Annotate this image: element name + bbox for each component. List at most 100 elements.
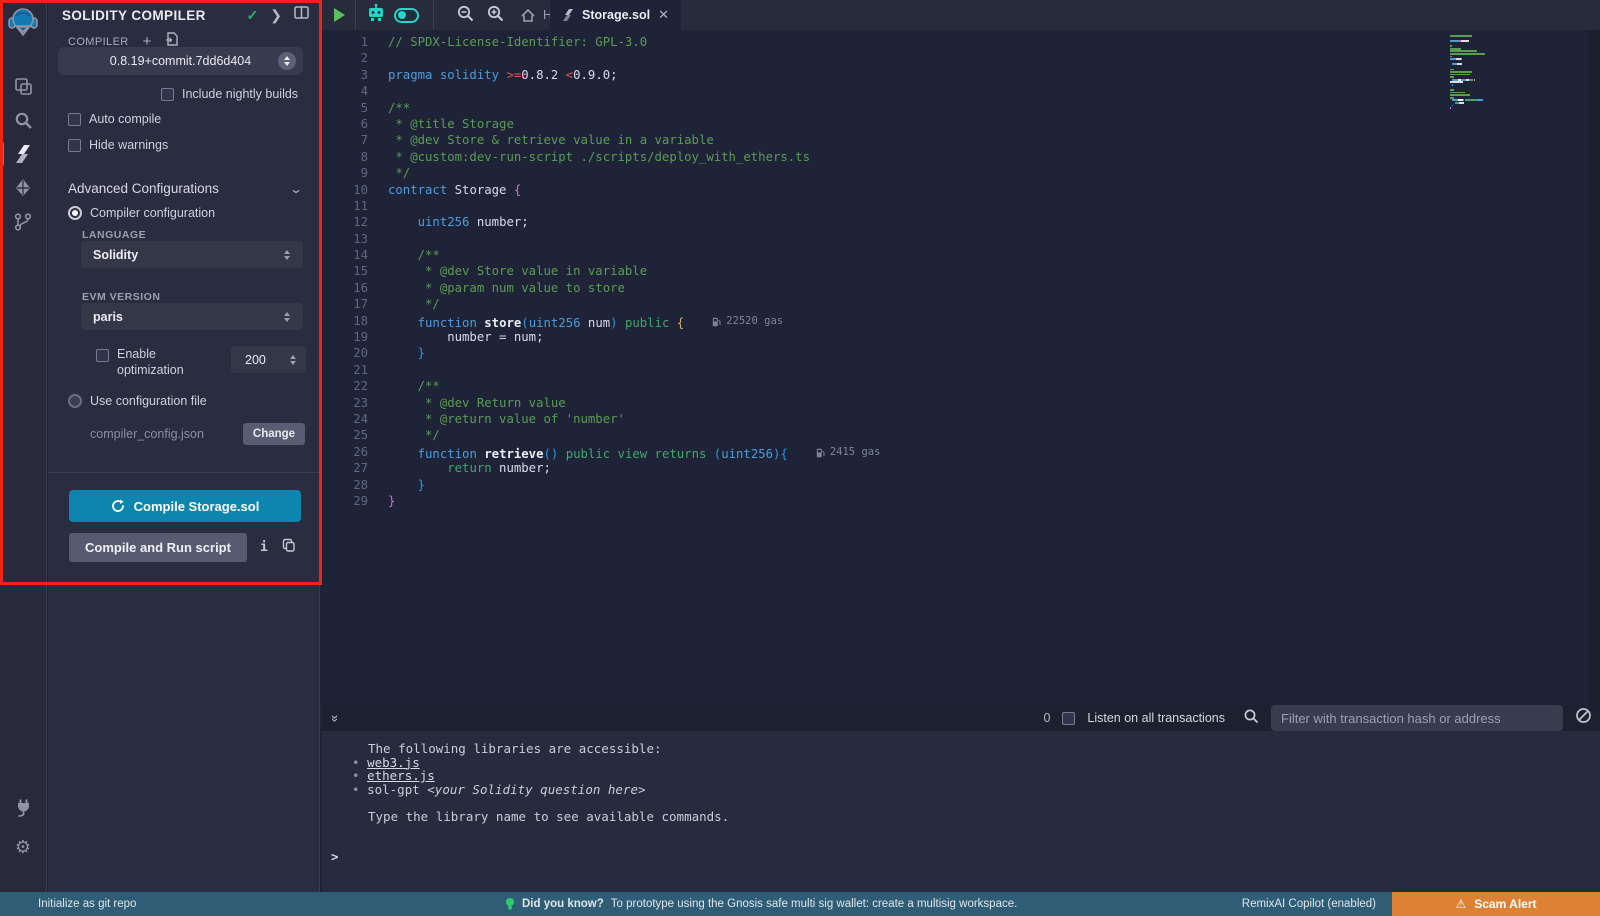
language-select[interactable]: Solidity bbox=[81, 241, 303, 268]
minimap-line bbox=[1450, 61, 1535, 63]
close-tab-icon[interactable]: ✕ bbox=[658, 7, 669, 23]
panel-title: SOLIDITY COMPILER bbox=[62, 8, 206, 23]
tab-storage-sol[interactable]: Storage.sol ✕ bbox=[550, 0, 681, 30]
remix-logo-icon[interactable] bbox=[0, 5, 47, 39]
zoom-in-icon[interactable] bbox=[486, 4, 504, 27]
solidity-compiler-icon[interactable] bbox=[0, 137, 47, 171]
columns-icon[interactable] bbox=[294, 6, 309, 24]
line-number: 7 bbox=[322, 132, 368, 148]
minimap-line bbox=[1450, 53, 1535, 55]
code-line: 21 bbox=[322, 362, 1520, 378]
file-explorer-icon[interactable] bbox=[0, 69, 47, 103]
terminal[interactable]: The following libraries are accessible: •… bbox=[322, 731, 1600, 892]
line-number: 24 bbox=[322, 411, 368, 427]
code-line: 16 * @param num value to store bbox=[322, 280, 1520, 296]
gas-estimate: 22520 gas bbox=[712, 313, 783, 329]
chevron-down-icon: ⌄ bbox=[289, 182, 303, 196]
compiler-version-select[interactable]: 0.8.19+commit.7dd6d404 bbox=[58, 47, 303, 75]
plugin-manager-icon[interactable] bbox=[0, 790, 47, 824]
minimap-line bbox=[1450, 107, 1535, 109]
transaction-count: 0 bbox=[1043, 711, 1050, 725]
code-line: 22 /** bbox=[322, 378, 1520, 394]
optimization-runs-input[interactable]: 200 bbox=[231, 346, 306, 373]
git-icon[interactable] bbox=[0, 205, 47, 239]
search-icon[interactable] bbox=[0, 103, 47, 137]
code-editor[interactable]: 1// SPDX-License-Identifier: GPL-3.023pr… bbox=[322, 30, 1600, 705]
code-line: 29} bbox=[322, 493, 1520, 509]
clear-terminal-icon[interactable] bbox=[1575, 707, 1592, 729]
editor-minimap[interactable] bbox=[1450, 35, 1535, 110]
advanced-configurations-toggle[interactable]: Advanced Configurations ⌄ bbox=[68, 181, 301, 196]
copy-icon[interactable] bbox=[282, 538, 295, 557]
compiled-check-icon: ✓ bbox=[247, 7, 259, 24]
use-config-file-label: Use configuration file bbox=[90, 394, 207, 408]
copilot-toggle[interactable] bbox=[394, 8, 419, 23]
transaction-filter-input[interactable] bbox=[1271, 705, 1563, 731]
language-label: LANGUAGE bbox=[82, 229, 146, 241]
terminal-line: The following libraries are accessible: bbox=[322, 742, 1600, 756]
compile-run-script-button[interactable]: Compile and Run script bbox=[69, 533, 247, 562]
listen-transactions-checkbox[interactable] bbox=[1062, 712, 1075, 725]
ai-robot-icon[interactable] bbox=[366, 3, 386, 28]
terminal-output: The following libraries are accessible: •… bbox=[322, 731, 1600, 824]
minimap-line bbox=[1450, 99, 1535, 101]
line-number: 1 bbox=[322, 34, 368, 50]
enable-optimization-checkbox[interactable] bbox=[96, 349, 109, 362]
hide-warnings-checkbox[interactable] bbox=[68, 139, 81, 152]
line-number: 25 bbox=[322, 427, 368, 443]
minimap-line bbox=[1450, 50, 1535, 52]
minimap-line bbox=[1450, 58, 1535, 60]
line-number: 21 bbox=[322, 362, 368, 378]
line-number: 11 bbox=[322, 198, 368, 214]
zoom-out-icon[interactable] bbox=[456, 4, 474, 27]
line-number: 17 bbox=[322, 296, 368, 312]
settings-gear-icon[interactable]: ⚙ bbox=[0, 830, 47, 864]
compiler-config-radio[interactable] bbox=[68, 206, 82, 220]
evm-version-label: EVM VERSION bbox=[82, 291, 160, 303]
code-line: 24 * @return value of 'number' bbox=[322, 411, 1520, 427]
minimap-line bbox=[1450, 87, 1535, 89]
line-number: 9 bbox=[322, 165, 368, 181]
minimap-line bbox=[1450, 84, 1535, 86]
line-number: 20 bbox=[322, 345, 368, 361]
run-script-play-button[interactable] bbox=[334, 8, 345, 22]
line-number: 15 bbox=[322, 263, 368, 279]
evm-version-select[interactable]: paris bbox=[81, 303, 303, 330]
code-line: 9 */ bbox=[322, 165, 1520, 181]
copilot-status[interactable]: RemixAI Copilot (enabled) bbox=[1242, 898, 1376, 910]
code-line: 20 } bbox=[322, 345, 1520, 361]
code-line: 10contract Storage { bbox=[322, 182, 1520, 198]
code-line: 25 */ bbox=[322, 427, 1520, 443]
compile-button[interactable]: Compile Storage.sol bbox=[69, 490, 301, 522]
line-number: 2 bbox=[322, 50, 368, 66]
lightbulb-icon bbox=[505, 897, 515, 911]
status-bar: Initialize as git repo Did you know? To … bbox=[0, 892, 1600, 916]
chevron-right-icon[interactable]: ❯ bbox=[270, 7, 282, 24]
auto-compile-checkbox[interactable] bbox=[68, 113, 81, 126]
add-compiler-icon[interactable]: + bbox=[143, 37, 152, 47]
info-icon[interactable]: i bbox=[260, 540, 268, 555]
code-line: 4 bbox=[322, 83, 1520, 99]
terminal-header: » 0 Listen on all transactions bbox=[322, 705, 1600, 731]
line-number: 14 bbox=[322, 247, 368, 263]
deploy-run-icon[interactable] bbox=[0, 171, 47, 205]
scam-alert-badge[interactable]: ⚠ Scam Alert bbox=[1392, 892, 1600, 916]
change-config-button[interactable]: Change bbox=[243, 423, 305, 445]
code-line: 8 * @custom:dev-run-script ./scripts/dep… bbox=[322, 149, 1520, 165]
git-init-status[interactable]: Initialize as git repo bbox=[38, 898, 136, 910]
line-number: 4 bbox=[322, 83, 368, 99]
terminal-line: • ethers.js bbox=[322, 769, 1600, 783]
editor-scrollbar-track[interactable] bbox=[1588, 30, 1600, 705]
nightly-builds-checkbox[interactable] bbox=[161, 88, 174, 101]
version-select-arrows-icon bbox=[278, 52, 296, 70]
line-number: 19 bbox=[322, 329, 368, 345]
terminal-prompt[interactable]: > bbox=[331, 849, 339, 864]
warning-icon: ⚠ bbox=[1455, 897, 1466, 911]
minimap-line bbox=[1450, 66, 1535, 68]
minimap-line bbox=[1450, 48, 1535, 50]
home-icon bbox=[520, 8, 536, 23]
line-number: 18 bbox=[322, 313, 368, 329]
collapse-terminal-icon[interactable]: » bbox=[328, 714, 343, 721]
terminal-search-icon[interactable] bbox=[1243, 708, 1259, 729]
use-config-file-radio[interactable] bbox=[68, 394, 82, 408]
